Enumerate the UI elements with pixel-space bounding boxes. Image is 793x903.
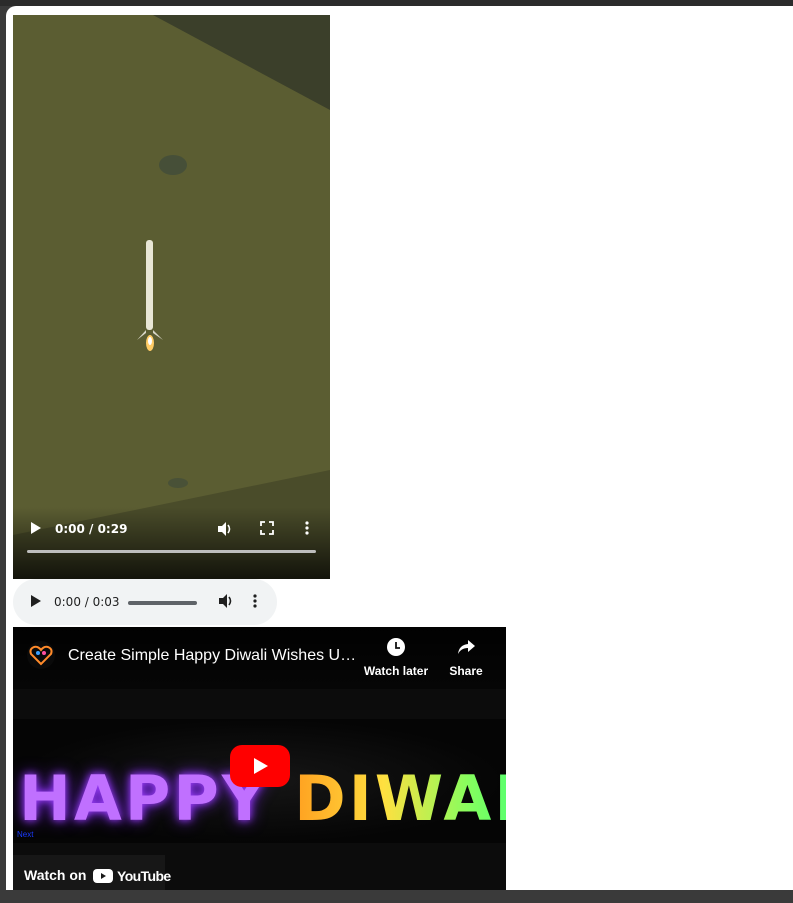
watch-on-youtube-button[interactable]: Watch on YouTube [13,855,171,890]
video-title[interactable]: Create Simple Happy Diwali Wishes Us... [68,647,358,665]
video-controls: 0:00 / 0:29 [13,507,330,579]
window-bottom-edge [0,890,793,903]
video-frame-image [13,15,330,579]
video-progress-bar[interactable] [27,550,316,553]
volume-icon[interactable] [217,521,233,540]
share-label: Share [449,664,483,678]
audio-time: 0:00 / 0:03 [54,595,120,609]
watch-on-label: Watch on [24,867,87,883]
share-button[interactable]: Share [431,637,501,678]
thumbnail-small-text: Next [17,830,34,839]
volume-icon[interactable] [218,593,234,614]
youtube-brand-text: YouTube [117,868,171,884]
more-options-icon[interactable] [305,521,309,538]
audio-progress-bar[interactable] [128,601,197,605]
page-content: 0:00 / 0:29 0:00 / 0:03 HAPPY DIWA Next … [6,6,793,890]
more-options-icon[interactable] [253,593,257,614]
youtube-header: Create Simple Happy Diwali Wishes Us... … [13,627,506,689]
channel-avatar[interactable] [27,641,55,669]
play-icon[interactable] [30,594,42,613]
video-time: 0:00 / 0:29 [55,522,128,536]
watch-later-label: Watch later [363,664,429,678]
clock-icon [387,638,405,656]
share-icon [458,640,475,654]
youtube-play-button[interactable] [230,745,290,787]
youtube-logo-icon [93,869,113,883]
video-player[interactable]: 0:00 / 0:29 [13,15,330,579]
audio-player[interactable]: 0:00 / 0:03 [13,579,277,625]
thumbnail-word-diwali: DIWALI [294,762,506,835]
play-icon[interactable] [29,521,43,538]
heart-logo-icon [29,645,53,666]
youtube-embed[interactable]: HAPPY DIWALI Next Create Simple Happy Di… [13,627,506,890]
play-icon [254,758,268,774]
fullscreen-icon[interactable] [260,521,274,538]
watch-later-button[interactable]: Watch later [361,637,431,678]
